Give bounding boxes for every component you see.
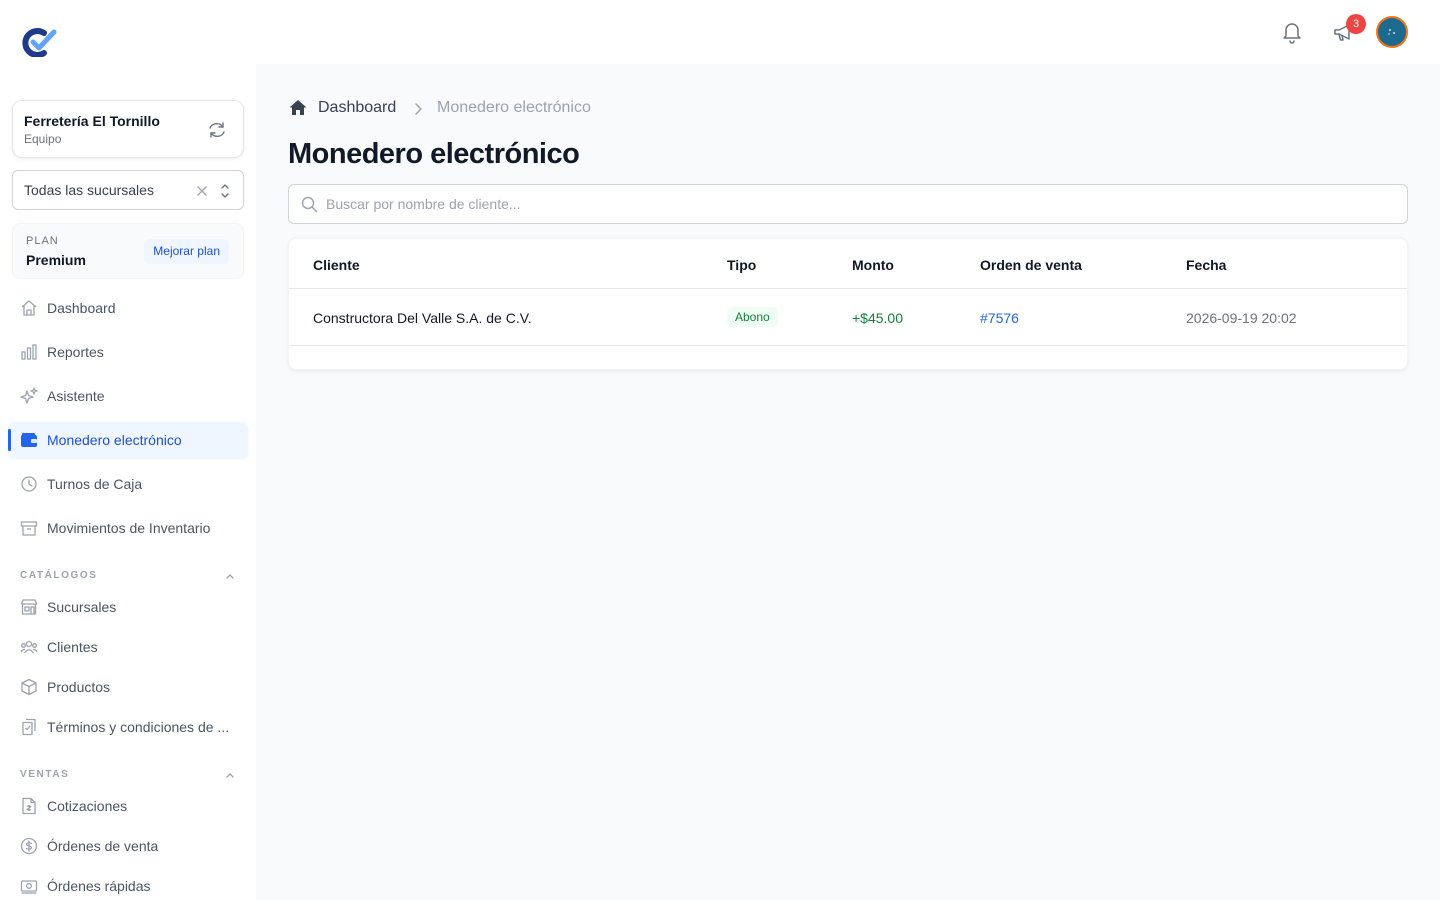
home-icon bbox=[21, 300, 37, 316]
search-box bbox=[288, 184, 1408, 224]
bell-icon[interactable] bbox=[1280, 20, 1304, 44]
top-bar: 3 bbox=[256, 0, 1440, 64]
chevron-up-down-icon bbox=[221, 184, 229, 198]
sidebar-item-label: Dashboard bbox=[47, 300, 116, 316]
sidebar-item-label: Reportes bbox=[47, 344, 104, 360]
clear-icon[interactable] bbox=[195, 184, 209, 198]
dollar-circle-icon bbox=[20, 837, 38, 855]
avatar-face-icon bbox=[1388, 29, 1395, 35]
cell-client: Constructora Del Valle S.A. de C.V. bbox=[313, 310, 532, 326]
store-icon bbox=[20, 599, 38, 615]
users-icon bbox=[20, 640, 38, 654]
document-icon bbox=[22, 718, 36, 736]
table-header: Cliente Tipo Monto Orden de venta Fecha bbox=[289, 239, 1407, 289]
sidebar-item-label: Monedero electrónico bbox=[47, 432, 182, 448]
team-switcher[interactable]: Ferretería El Tornillo Equipo bbox=[12, 100, 244, 158]
sidebar: Ferretería El Tornillo Equipo Todas las … bbox=[0, 0, 256, 900]
quote-doc-icon bbox=[22, 797, 36, 815]
sidebar-item-label: Productos bbox=[47, 679, 111, 695]
page-title: Monedero electrónico bbox=[288, 138, 580, 170]
sales-order-link[interactable]: #7576 bbox=[980, 310, 1019, 326]
sidebar-item-ordenes-rapidas[interactable]: Órdenes rápidas bbox=[8, 868, 248, 900]
cell-amount: +$45.00 bbox=[852, 310, 903, 326]
cube-icon bbox=[21, 678, 37, 696]
refresh-icon[interactable] bbox=[207, 120, 227, 140]
type-badge: Abono bbox=[727, 307, 778, 327]
column-header-cliente[interactable]: Cliente bbox=[313, 257, 360, 273]
wallet-icon bbox=[21, 433, 37, 447]
column-header-orden-de-venta[interactable]: Orden de venta bbox=[980, 257, 1082, 273]
column-header-fecha[interactable]: Fecha bbox=[1186, 257, 1226, 273]
bar-chart-icon bbox=[21, 344, 37, 360]
archive-icon bbox=[20, 521, 38, 536]
sidebar-item-turnos-de-caja[interactable]: Turnos de Caja bbox=[8, 466, 248, 502]
chevron-up-icon[interactable] bbox=[224, 570, 236, 582]
sparkles-icon bbox=[20, 387, 38, 404]
sidebar-item-clientes[interactable]: Clientes bbox=[8, 629, 248, 665]
sidebar-item-monedero-electronico[interactable]: Monedero electrónico bbox=[8, 422, 248, 458]
clock-icon bbox=[21, 476, 37, 492]
branch-select-value: Todas las sucursales bbox=[24, 182, 154, 198]
plan-card: PLAN Premium Mejorar plan bbox=[12, 223, 244, 279]
sidebar-item-sucursales[interactable]: Sucursales bbox=[8, 589, 248, 625]
column-header-monto[interactable]: Monto bbox=[852, 257, 894, 273]
sidebar-item-label: Clientes bbox=[47, 639, 98, 655]
sidebar-item-asistente[interactable]: Asistente bbox=[8, 378, 248, 414]
avatar[interactable] bbox=[1376, 16, 1408, 48]
search-icon bbox=[301, 196, 318, 213]
upgrade-plan-button[interactable]: Mejorar plan bbox=[144, 239, 229, 264]
chevron-right-icon bbox=[415, 103, 422, 115]
section-title-catalogos: CATÁLOGOS bbox=[20, 570, 98, 581]
sidebar-item-label: Términos y condiciones de ... bbox=[47, 719, 230, 735]
avatar-image bbox=[1378, 18, 1406, 46]
sidebar-item-ordenes-de-venta[interactable]: Órdenes de venta bbox=[8, 828, 248, 864]
branch-select[interactable]: Todas las sucursales bbox=[12, 170, 244, 210]
team-role: Equipo bbox=[24, 132, 62, 146]
plan-label: PLAN bbox=[26, 235, 59, 247]
section-title-ventas: VENTAS bbox=[20, 769, 70, 780]
sidebar-item-productos[interactable]: Productos bbox=[8, 669, 248, 705]
sidebar-item-terminos-y-condiciones[interactable]: Términos y condiciones de ... bbox=[8, 709, 248, 745]
home-icon[interactable] bbox=[288, 98, 308, 118]
table-row[interactable]: Constructora Del Valle S.A. de C.V. Abon… bbox=[289, 290, 1407, 346]
plan-name: Premium bbox=[26, 252, 86, 268]
cell-date: 2026-09-19 20:02 bbox=[1186, 310, 1297, 326]
sidebar-item-label: Turnos de Caja bbox=[47, 476, 143, 492]
team-name: Ferretería El Tornillo bbox=[24, 113, 160, 129]
breadcrumb-dashboard-link[interactable]: Dashboard bbox=[318, 99, 396, 117]
chevron-up-icon[interactable] bbox=[224, 769, 236, 781]
column-header-tipo[interactable]: Tipo bbox=[727, 257, 756, 273]
sidebar-item-movimientos-de-inventario[interactable]: Movimientos de Inventario bbox=[8, 510, 248, 546]
cash-icon bbox=[20, 880, 38, 894]
sidebar-item-label: Órdenes rápidas bbox=[47, 878, 151, 894]
sidebar-item-label: Asistente bbox=[47, 388, 105, 404]
sidebar-item-label: Órdenes de venta bbox=[47, 838, 159, 854]
app-logo[interactable] bbox=[20, 27, 58, 57]
notification-count-badge: 3 bbox=[1346, 14, 1366, 34]
sidebar-item-label: Movimientos de Inventario bbox=[47, 520, 211, 536]
wallet-table: Cliente Tipo Monto Orden de venta Fecha … bbox=[288, 238, 1408, 370]
breadcrumb-current: Monedero electrónico bbox=[437, 99, 591, 116]
sidebar-item-label: Cotizaciones bbox=[47, 798, 128, 814]
sidebar-item-reportes[interactable]: Reportes bbox=[8, 334, 248, 370]
sidebar-item-dashboard[interactable]: Dashboard bbox=[8, 290, 248, 326]
sidebar-item-cotizaciones[interactable]: Cotizaciones bbox=[8, 788, 248, 824]
search-input[interactable] bbox=[326, 185, 1396, 223]
sidebar-item-label: Sucursales bbox=[47, 599, 117, 615]
